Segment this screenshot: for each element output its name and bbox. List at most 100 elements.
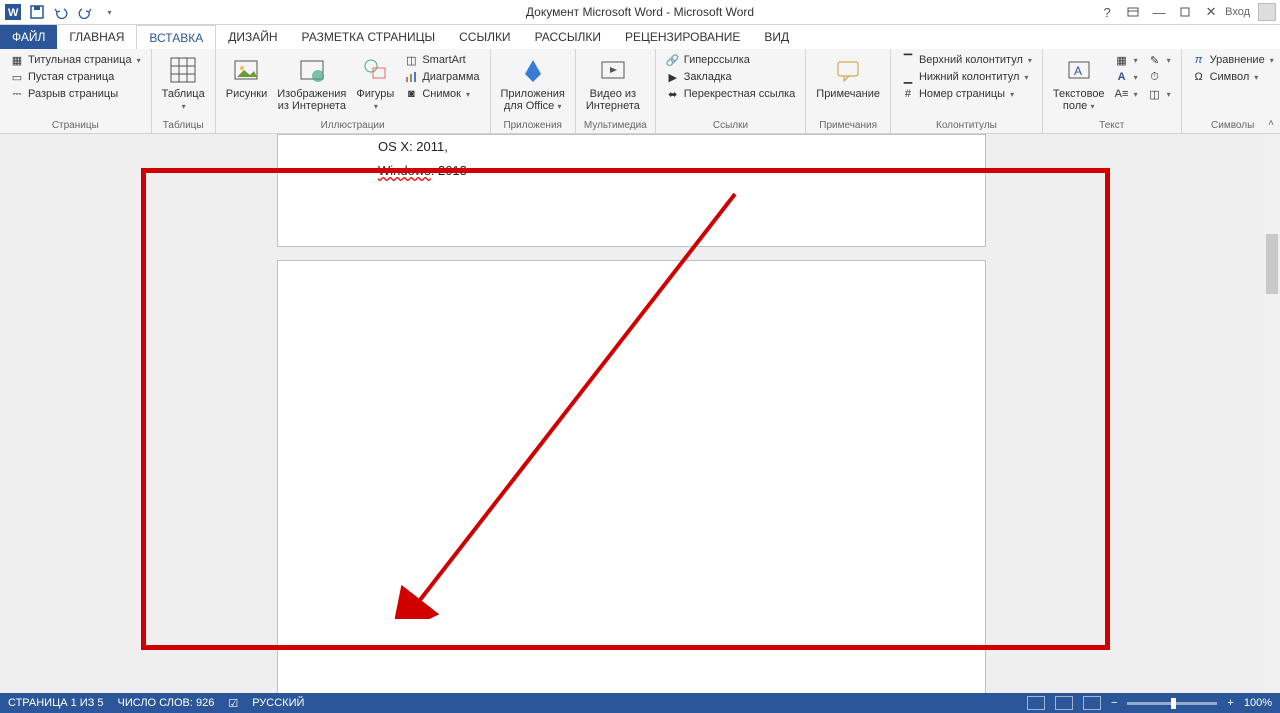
wordart-icon: A bbox=[1115, 70, 1129, 84]
undo-icon[interactable] bbox=[52, 3, 70, 21]
vertical-scrollbar[interactable] bbox=[1264, 134, 1280, 693]
redo-icon[interactable] bbox=[76, 3, 94, 21]
tab-layout[interactable]: РАЗМЕТКА СТРАНИЦЫ bbox=[290, 25, 448, 49]
table-icon bbox=[167, 54, 199, 86]
comment-button[interactable]: Примечание bbox=[814, 52, 882, 102]
view-read-button[interactable] bbox=[1027, 696, 1045, 710]
textbox-icon: A bbox=[1063, 54, 1095, 86]
symbol-button[interactable]: ΩСимвол▾ bbox=[1190, 69, 1276, 85]
window-title: Документ Microsoft Word - Microsoft Word bbox=[526, 5, 754, 19]
footer-button[interactable]: ▁Нижний колонтитул▾ bbox=[899, 69, 1034, 85]
zoom-out-button[interactable]: − bbox=[1111, 697, 1117, 709]
dropcap-button[interactable]: A≡▾ bbox=[1113, 86, 1140, 102]
statusbar: СТРАНИЦА 1 ИЗ 5 ЧИСЛО СЛОВ: 926 ☑ РУССКИ… bbox=[0, 693, 1280, 713]
header-icon: ▔ bbox=[901, 53, 915, 67]
zoom-level[interactable]: 100% bbox=[1244, 697, 1272, 709]
tab-references[interactable]: ССЫЛКИ bbox=[447, 25, 522, 49]
pagenum-icon: # bbox=[901, 87, 915, 101]
group-headerfooter-label: Колонтитулы bbox=[899, 120, 1034, 133]
page-icon: ▦ bbox=[10, 53, 24, 67]
equation-icon: π bbox=[1192, 53, 1206, 67]
status-wordcount[interactable]: ЧИСЛО СЛОВ: 926 bbox=[118, 697, 215, 709]
header-button[interactable]: ▔Верхний колонтитул▾ bbox=[899, 52, 1034, 68]
status-proofing-icon[interactable]: ☑ bbox=[228, 697, 238, 710]
object-button[interactable]: ◫▾ bbox=[1146, 86, 1173, 102]
zoom-slider-handle[interactable] bbox=[1171, 698, 1176, 709]
quickparts-button[interactable]: ▦▾ bbox=[1113, 52, 1140, 68]
group-media-label: Мультимедиа bbox=[584, 120, 647, 133]
hyperlink-button[interactable]: 🔗Гиперссылка bbox=[664, 52, 798, 68]
collapse-ribbon-icon[interactable]: ˄ bbox=[1268, 118, 1274, 129]
group-headerfooter: ▔Верхний колонтитул▾ ▁Нижний колонтитул▾… bbox=[891, 49, 1043, 133]
cover-page-button[interactable]: ▦Титульная страница▾ bbox=[8, 52, 143, 68]
wordart-button[interactable]: A▾ bbox=[1113, 69, 1140, 85]
quickparts-icon: ▦ bbox=[1115, 53, 1129, 67]
word-icon[interactable]: W bbox=[4, 3, 22, 21]
signature-button[interactable]: ✎▾ bbox=[1146, 52, 1173, 68]
status-page[interactable]: СТРАНИЦА 1 ИЗ 5 bbox=[8, 697, 104, 709]
apps-button[interactable]: Приложения для Office ▾ bbox=[499, 52, 567, 114]
view-print-button[interactable] bbox=[1055, 696, 1073, 710]
qat-customize-icon[interactable]: ▾ bbox=[100, 3, 118, 21]
avatar[interactable] bbox=[1258, 3, 1276, 21]
group-symbols: πУравнение▾ ΩСимвол▾ Символы bbox=[1182, 49, 1280, 133]
smartart-button[interactable]: ◫SmartArt bbox=[402, 52, 481, 68]
blank-page-label: Пустая страница bbox=[28, 71, 114, 83]
status-language[interactable]: РУССКИЙ bbox=[252, 697, 304, 709]
tab-home[interactable]: ГЛАВНАЯ bbox=[57, 25, 136, 49]
save-icon[interactable] bbox=[28, 3, 46, 21]
zoom-in-button[interactable]: + bbox=[1227, 697, 1233, 709]
signature-icon: ✎ bbox=[1148, 53, 1162, 67]
ribbon: ▦Титульная страница▾ ▭Пустая страница ⎓Р… bbox=[0, 49, 1280, 134]
chart-button[interactable]: Диаграмма bbox=[402, 69, 481, 85]
footer-icon: ▁ bbox=[901, 70, 915, 84]
online-video-button[interactable]: Видео из Интернета bbox=[584, 52, 642, 114]
help-icon[interactable]: ? bbox=[1095, 2, 1119, 22]
login-link[interactable]: Вход bbox=[1225, 6, 1250, 18]
pictures-icon bbox=[230, 54, 262, 86]
tab-mailings[interactable]: РАССЫЛКИ bbox=[523, 25, 613, 49]
zoom-slider[interactable] bbox=[1127, 702, 1217, 705]
ribbon-display-icon[interactable] bbox=[1121, 2, 1145, 22]
pictures-button[interactable]: Рисунки bbox=[224, 52, 270, 102]
equation-button[interactable]: πУравнение▾ bbox=[1190, 52, 1276, 68]
bookmark-button[interactable]: ▶Закладка bbox=[664, 69, 798, 85]
scrollbar-thumb[interactable] bbox=[1266, 234, 1278, 294]
pictures-label: Рисунки bbox=[226, 88, 268, 100]
header-label: Верхний колонтитул bbox=[919, 54, 1023, 66]
crossref-button[interactable]: ⬌Перекрестная ссылка bbox=[664, 86, 798, 102]
object-icon: ◫ bbox=[1148, 87, 1162, 101]
pagenum-button[interactable]: #Номер страницы▾ bbox=[899, 86, 1034, 102]
tab-file[interactable]: ФАЙЛ bbox=[0, 25, 57, 49]
view-web-button[interactable] bbox=[1083, 696, 1101, 710]
video-icon bbox=[597, 54, 629, 86]
comment-icon bbox=[832, 54, 864, 86]
group-pages-label: Страницы bbox=[8, 120, 143, 133]
table-button[interactable]: Таблица▾ bbox=[160, 52, 207, 114]
pagenum-label: Номер страницы bbox=[919, 88, 1005, 100]
blank-page-button[interactable]: ▭Пустая страница bbox=[8, 69, 143, 85]
smartart-label: SmartArt bbox=[422, 54, 465, 66]
datetime-button[interactable]: ⏱ bbox=[1146, 69, 1173, 85]
apps-icon bbox=[517, 54, 549, 86]
tab-design[interactable]: ДИЗАЙН bbox=[216, 25, 289, 49]
crossref-label: Перекрестная ссылка bbox=[684, 88, 796, 100]
close-icon[interactable]: ✕ bbox=[1199, 2, 1223, 22]
page-break-button[interactable]: ⎓Разрыв страницы bbox=[8, 86, 143, 102]
shapes-button[interactable]: Фигуры▾ bbox=[354, 52, 396, 114]
minimize-icon[interactable]: — bbox=[1147, 2, 1171, 22]
svg-text:A: A bbox=[1074, 64, 1082, 78]
tab-insert[interactable]: ВСТАВКА bbox=[136, 25, 216, 49]
group-illustrations-label: Иллюстрации bbox=[224, 120, 482, 133]
tab-view[interactable]: ВИД bbox=[752, 25, 801, 49]
group-illustrations: Рисунки Изображения из Интернета Фигуры▾… bbox=[216, 49, 491, 133]
group-symbols-label: Символы bbox=[1190, 120, 1276, 133]
tab-review[interactable]: РЕЦЕНЗИРОВАНИЕ bbox=[613, 25, 752, 49]
hyperlink-icon: 🔗 bbox=[666, 53, 680, 67]
group-comments-label: Примечания bbox=[814, 120, 882, 133]
textbox-button[interactable]: A Текстовое поле ▾ bbox=[1051, 52, 1107, 114]
maximize-icon[interactable] bbox=[1173, 2, 1197, 22]
online-pictures-button[interactable]: Изображения из Интернета bbox=[275, 52, 348, 114]
screenshot-button[interactable]: ◙Снимок▾ bbox=[402, 86, 481, 102]
document-area[interactable]: OS X: 2011, Windows: 2013 bbox=[0, 134, 1264, 693]
